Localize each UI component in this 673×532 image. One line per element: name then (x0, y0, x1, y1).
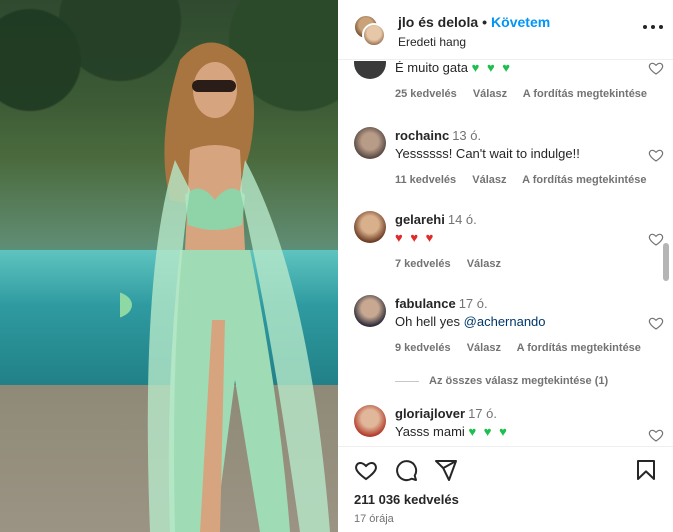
comment-item: gloriajlover 17 ó. Yasss mami ♥ ♥ ♥ (354, 405, 664, 446)
comment-icon[interactable] (394, 458, 418, 482)
comment-username[interactable]: gloriajlover (395, 406, 465, 421)
translate-link[interactable]: A fordítás megtekintése (522, 174, 646, 186)
mention-link[interactable]: @achernando (464, 314, 546, 329)
share-icon[interactable] (434, 458, 458, 482)
post-timestamp[interactable]: 17 órája (354, 513, 394, 525)
comment-text: Yessssss! Can't wait to indulge!! (395, 146, 580, 161)
comment-item: rochainc 13 ó. Yessssss! Can't wait to in… (354, 127, 664, 187)
comment-meta: 7 kedvelés Válasz (395, 258, 514, 270)
post-actions: 211 036 kedvelés 17 órája (338, 446, 673, 532)
heart-icon[interactable] (354, 458, 378, 482)
divider-line (395, 380, 419, 382)
comment-meta: 9 kedvelés Válasz A fordítás megtekintés… (395, 342, 654, 354)
reply-button[interactable]: Válasz (467, 342, 501, 354)
comment-body: gelarehi 14 ó. ♥ ♥ ♥ (395, 211, 635, 247)
comment-text: Oh hell yes @achernando (395, 313, 635, 331)
comment-body: gloriajlover 17 ó. Yasss mami ♥ ♥ ♥ (395, 405, 635, 441)
comment-text: É muito gata (395, 61, 468, 75)
bookmark-icon[interactable] (634, 458, 658, 482)
woman-figure (120, 42, 330, 532)
view-replies-button[interactable]: Az összes válasz megtekintése (1) (395, 375, 608, 387)
comment-item: gelarehi 14 ó. ♥ ♥ ♥ 7 kedvelés Válasz (354, 211, 664, 271)
view-replies-label: Az összes válasz megtekintése (1) (429, 375, 609, 387)
scrollbar-thumb[interactable] (663, 243, 669, 281)
post-side-panel: jlo és delola • Követem Eredeti hang É mui… (338, 0, 673, 532)
comment-text: Yasss mami (395, 424, 465, 439)
comment-body: rochainc 13 ó. Yessssss! Can't wait to in… (395, 127, 635, 163)
heart-icon[interactable] (648, 315, 664, 331)
author-link[interactable]: jlo és delola (398, 14, 478, 30)
avatar[interactable] (354, 295, 386, 327)
heart-icon[interactable] (648, 427, 664, 443)
avatar[interactable] (354, 61, 386, 79)
follow-button[interactable]: Követem (491, 14, 550, 30)
translate-link[interactable]: A fordítás megtekintése (517, 342, 641, 354)
comment-body: É muito gata ♥ ♥ ♥ (395, 61, 635, 77)
reply-button[interactable]: Válasz (467, 258, 501, 270)
comment-username[interactable]: fabulance (395, 296, 456, 311)
author-avatars[interactable] (354, 15, 386, 47)
translate-link[interactable]: A fordítás megtekintése (523, 88, 647, 100)
comment-time: 13 ó. (452, 128, 482, 143)
comment-time: 14 ó. (447, 212, 477, 227)
likes-count[interactable]: 25 kedvelés (395, 88, 457, 100)
author-names: jlo és delola • Követem (398, 14, 550, 30)
reply-button[interactable]: Válasz (473, 88, 507, 100)
heart-icon[interactable] (648, 231, 664, 247)
comment-meta: 25 kedvelés Válasz A fordítás megtekinté… (395, 88, 660, 100)
comment-text-plain: Oh hell yes (395, 314, 464, 329)
more-icon[interactable] (643, 22, 663, 32)
green-heart-emoji: ♥ ♥ ♥ (468, 424, 509, 439)
avatar[interactable] (354, 127, 386, 159)
separator-dot: • (482, 14, 488, 30)
likes-count[interactable]: 7 kedvelés (395, 258, 451, 270)
comment-time: 17 ó. (468, 406, 497, 421)
likes-count[interactable]: 9 kedvelés (395, 342, 451, 354)
post-media[interactable] (0, 0, 338, 532)
comment-time: 17 ó. (458, 296, 488, 311)
heart-icon[interactable] (648, 147, 664, 163)
green-heart-emoji: ♥ ♥ ♥ (471, 61, 513, 75)
avatar[interactable] (354, 405, 386, 437)
comment-username[interactable]: gelarehi (395, 212, 445, 227)
red-heart-emoji: ♥ ♥ ♥ (395, 230, 436, 245)
heart-icon[interactable] (648, 61, 664, 76)
avatar[interactable] (362, 23, 386, 47)
reply-button[interactable]: Válasz (472, 174, 506, 186)
post-likes-count[interactable]: 211 036 kedvelés (354, 492, 459, 507)
avatar[interactable] (354, 211, 386, 243)
audio-label[interactable]: Eredeti hang (398, 35, 466, 49)
comment-item: É muito gata ♥ ♥ ♥ 25 kedvelés Válasz A … (354, 61, 664, 119)
post-header: jlo és delola • Követem Eredeti hang (338, 0, 673, 60)
likes-count[interactable]: 11 kedvelés (395, 174, 456, 186)
comment-body: fabulance 17 ó. Oh hell yes @achernando (395, 295, 635, 331)
comments-list: É muito gata ♥ ♥ ♥ 25 kedvelés Válasz A … (338, 61, 673, 446)
comment-username[interactable]: rochainc (395, 128, 449, 143)
comment-item: fabulance 17 ó. Oh hell yes @achernando 9… (354, 295, 664, 370)
comment-meta: 11 kedvelés Válasz A fordítás megtekinté… (395, 174, 659, 186)
